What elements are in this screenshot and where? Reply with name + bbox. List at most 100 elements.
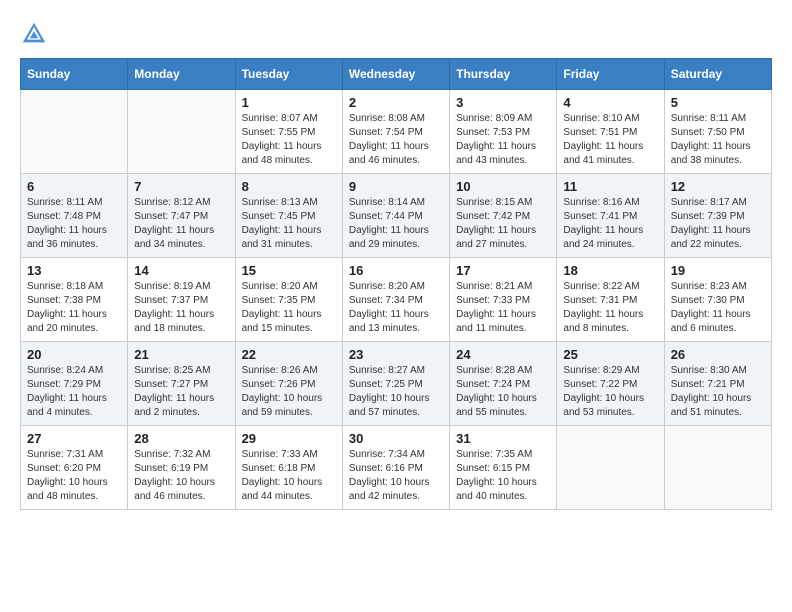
- calendar-cell: 9Sunrise: 8:14 AM Sunset: 7:44 PM Daylig…: [342, 174, 449, 258]
- calendar-cell: 25 Sunrise: 8:29 AM Sunset: 7:22 PM Dayli…: [557, 342, 664, 426]
- weekday-header-saturday: Saturday: [664, 59, 771, 90]
- page-header: [20, 20, 772, 48]
- day-number: 6: [27, 179, 121, 194]
- calendar-cell: [128, 90, 235, 174]
- week-row-1: 1 Sunrise: 8:07 AM Sunset: 7:55 PM Daylig…: [21, 90, 772, 174]
- day-info: Sunrise: 8:27 AM Sunset: 7:25 PM Dayligh…: [349, 364, 443, 420]
- calendar-cell: [557, 426, 664, 510]
- calendar-cell: 16 Sunrise: 8:20 AM Sunset: 7:34 PM Dayli…: [342, 258, 449, 342]
- day-number: 15: [242, 263, 336, 278]
- week-row-3: 13 Sunrise: 8:18 AM Sunset: 7:38 PM Dayli…: [21, 258, 772, 342]
- day-number: 8: [242, 179, 336, 194]
- calendar-cell: 19 Sunrise: 8:23 AM Sunset: 7:30 PM Dayli…: [664, 258, 771, 342]
- calendar-cell: 4 Sunrise: 8:10 AM Sunset: 7:51 PM Daylig…: [557, 90, 664, 174]
- calendar-cell: 11 Sunrise: 8:16 AM Sunset: 7:41 PM Dayli…: [557, 174, 664, 258]
- day-number: 24: [456, 347, 550, 362]
- weekday-header-thursday: Thursday: [450, 59, 557, 90]
- calendar-cell: 27 Sunrise: 7:31 AM Sunset: 6:20 PM Dayli…: [21, 426, 128, 510]
- day-number: 17: [456, 263, 550, 278]
- day-number: 26: [671, 347, 765, 362]
- day-info: Sunrise: 8:22 AM Sunset: 7:31 PM Dayligh…: [563, 280, 657, 336]
- day-info: Sunrise: 8:19 AM Sunset: 7:37 PM Dayligh…: [134, 280, 228, 336]
- calendar-cell: 2 Sunrise: 8:08 AM Sunset: 7:54 PM Daylig…: [342, 90, 449, 174]
- week-row-4: 20 Sunrise: 8:24 AM Sunset: 7:29 PM Dayli…: [21, 342, 772, 426]
- day-info: Sunrise: 8:08 AM Sunset: 7:54 PM Dayligh…: [349, 112, 443, 168]
- day-info: Sunrise: 8:11 AM Sunset: 7:48 PM Dayligh…: [27, 196, 121, 252]
- calendar-cell: 12Sunrise: 8:17 AM Sunset: 7:39 PM Dayli…: [664, 174, 771, 258]
- day-number: 31: [456, 431, 550, 446]
- calendar-cell: 6 Sunrise: 8:11 AM Sunset: 7:48 PM Daylig…: [21, 174, 128, 258]
- calendar-cell: 14 Sunrise: 8:19 AM Sunset: 7:37 PM Dayli…: [128, 258, 235, 342]
- day-info: Sunrise: 8:16 AM Sunset: 7:41 PM Dayligh…: [563, 196, 657, 252]
- calendar-cell: 8 Sunrise: 8:13 AM Sunset: 7:45 PM Daylig…: [235, 174, 342, 258]
- day-number: 20: [27, 347, 121, 362]
- logo: [20, 20, 52, 48]
- day-number: 2: [349, 95, 443, 110]
- calendar-cell: 21Sunrise: 8:25 AM Sunset: 7:27 PM Dayli…: [128, 342, 235, 426]
- week-row-2: 6 Sunrise: 8:11 AM Sunset: 7:48 PM Daylig…: [21, 174, 772, 258]
- calendar-cell: 10 Sunrise: 8:15 AM Sunset: 7:42 PM Dayli…: [450, 174, 557, 258]
- weekday-header-tuesday: Tuesday: [235, 59, 342, 90]
- day-number: 18: [563, 263, 657, 278]
- day-number: 11: [563, 179, 657, 194]
- day-info: Sunrise: 7:31 AM Sunset: 6:20 PM Dayligh…: [27, 448, 121, 504]
- calendar-cell: 17 Sunrise: 8:21 AM Sunset: 7:33 PM Dayli…: [450, 258, 557, 342]
- day-info: Sunrise: 8:10 AM Sunset: 7:51 PM Dayligh…: [563, 112, 657, 168]
- calendar-cell: 30 Sunrise: 7:34 AM Sunset: 6:16 PM Dayli…: [342, 426, 449, 510]
- calendar-cell: [664, 426, 771, 510]
- day-info: Sunrise: 8:17 AM Sunset: 7:39 PM Dayligh…: [671, 196, 765, 252]
- day-number: 5: [671, 95, 765, 110]
- day-info: Sunrise: 7:32 AM Sunset: 6:19 PM Dayligh…: [134, 448, 228, 504]
- day-number: 25: [563, 347, 657, 362]
- calendar-cell: 31Sunrise: 7:35 AM Sunset: 6:15 PM Dayli…: [450, 426, 557, 510]
- day-info: Sunrise: 8:20 AM Sunset: 7:35 PM Dayligh…: [242, 280, 336, 336]
- day-info: Sunrise: 8:28 AM Sunset: 7:24 PM Dayligh…: [456, 364, 550, 420]
- calendar-cell: 24 Sunrise: 8:28 AM Sunset: 7:24 PM Dayli…: [450, 342, 557, 426]
- calendar-cell: 15 Sunrise: 8:20 AM Sunset: 7:35 PM Dayli…: [235, 258, 342, 342]
- calendar-cell: 22 Sunrise: 8:26 AM Sunset: 7:26 PM Dayli…: [235, 342, 342, 426]
- calendar-cell: 7Sunrise: 8:12 AM Sunset: 7:47 PM Daylig…: [128, 174, 235, 258]
- day-number: 29: [242, 431, 336, 446]
- day-number: 28: [134, 431, 228, 446]
- day-info: Sunrise: 8:21 AM Sunset: 7:33 PM Dayligh…: [456, 280, 550, 336]
- day-info: Sunrise: 8:29 AM Sunset: 7:22 PM Dayligh…: [563, 364, 657, 420]
- day-number: 4: [563, 95, 657, 110]
- day-info: Sunrise: 8:15 AM Sunset: 7:42 PM Dayligh…: [456, 196, 550, 252]
- day-number: 22: [242, 347, 336, 362]
- day-info: Sunrise: 8:26 AM Sunset: 7:26 PM Dayligh…: [242, 364, 336, 420]
- calendar-cell: 26Sunrise: 8:30 AM Sunset: 7:21 PM Dayli…: [664, 342, 771, 426]
- day-info: Sunrise: 8:25 AM Sunset: 7:27 PM Dayligh…: [134, 364, 228, 420]
- day-number: 23: [349, 347, 443, 362]
- day-info: Sunrise: 8:07 AM Sunset: 7:55 PM Dayligh…: [242, 112, 336, 168]
- calendar-cell: 5Sunrise: 8:11 AM Sunset: 7:50 PM Daylig…: [664, 90, 771, 174]
- day-info: Sunrise: 8:09 AM Sunset: 7:53 PM Dayligh…: [456, 112, 550, 168]
- day-info: Sunrise: 8:20 AM Sunset: 7:34 PM Dayligh…: [349, 280, 443, 336]
- day-number: 16: [349, 263, 443, 278]
- day-number: 1: [242, 95, 336, 110]
- day-info: Sunrise: 7:33 AM Sunset: 6:18 PM Dayligh…: [242, 448, 336, 504]
- day-number: 27: [27, 431, 121, 446]
- weekday-header-row: SundayMondayTuesdayWednesdayThursdayFrid…: [21, 59, 772, 90]
- day-info: Sunrise: 8:13 AM Sunset: 7:45 PM Dayligh…: [242, 196, 336, 252]
- day-info: Sunrise: 8:14 AM Sunset: 7:44 PM Dayligh…: [349, 196, 443, 252]
- day-info: Sunrise: 8:12 AM Sunset: 7:47 PM Dayligh…: [134, 196, 228, 252]
- calendar-cell: 29 Sunrise: 7:33 AM Sunset: 6:18 PM Dayli…: [235, 426, 342, 510]
- weekday-header-sunday: Sunday: [21, 59, 128, 90]
- calendar-cell: [21, 90, 128, 174]
- calendar-cell: 1 Sunrise: 8:07 AM Sunset: 7:55 PM Daylig…: [235, 90, 342, 174]
- day-info: Sunrise: 8:18 AM Sunset: 7:38 PM Dayligh…: [27, 280, 121, 336]
- day-info: Sunrise: 8:23 AM Sunset: 7:30 PM Dayligh…: [671, 280, 765, 336]
- calendar-table: SundayMondayTuesdayWednesdayThursdayFrid…: [20, 58, 772, 510]
- day-number: 14: [134, 263, 228, 278]
- day-number: 19: [671, 263, 765, 278]
- calendar-cell: 18 Sunrise: 8:22 AM Sunset: 7:31 PM Dayli…: [557, 258, 664, 342]
- calendar-cell: 28 Sunrise: 7:32 AM Sunset: 6:19 PM Dayli…: [128, 426, 235, 510]
- day-number: 10: [456, 179, 550, 194]
- week-row-5: 27 Sunrise: 7:31 AM Sunset: 6:20 PM Dayli…: [21, 426, 772, 510]
- weekday-header-friday: Friday: [557, 59, 664, 90]
- day-info: Sunrise: 8:24 AM Sunset: 7:29 PM Dayligh…: [27, 364, 121, 420]
- day-info: Sunrise: 7:34 AM Sunset: 6:16 PM Dayligh…: [349, 448, 443, 504]
- weekday-header-monday: Monday: [128, 59, 235, 90]
- day-number: 30: [349, 431, 443, 446]
- day-number: 13: [27, 263, 121, 278]
